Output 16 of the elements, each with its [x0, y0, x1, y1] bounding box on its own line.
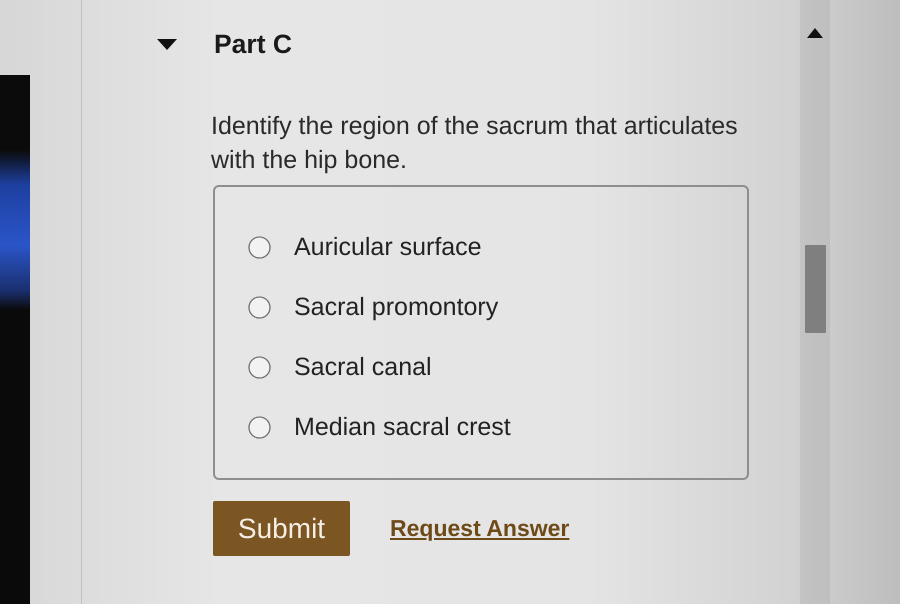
option-label[interactable]: Sacral promontory [294, 292, 498, 322]
question-text: Identify the region of the sacrum that articulates with the hip bone. [211, 111, 739, 176]
radio-button[interactable] [248, 416, 271, 438]
radio-button[interactable] [248, 236, 271, 258]
radio-button[interactable] [248, 356, 271, 378]
request-answer-link[interactable]: Request Answer [390, 511, 570, 546]
part-title[interactable]: Part C [214, 29, 292, 59]
submit-button[interactable]: Submit [213, 501, 350, 556]
option-label[interactable]: Auricular surface [294, 232, 482, 262]
caret-down-icon[interactable] [157, 38, 177, 50]
radio-button[interactable] [248, 296, 271, 318]
option-label[interactable]: Median sacral crest [294, 412, 511, 442]
scrollbar-thumb[interactable] [804, 245, 826, 333]
scroll-up-icon[interactable] [807, 28, 823, 38]
scrollbar-track[interactable] [800, 0, 830, 604]
option-label[interactable]: Sacral canal [294, 352, 432, 382]
